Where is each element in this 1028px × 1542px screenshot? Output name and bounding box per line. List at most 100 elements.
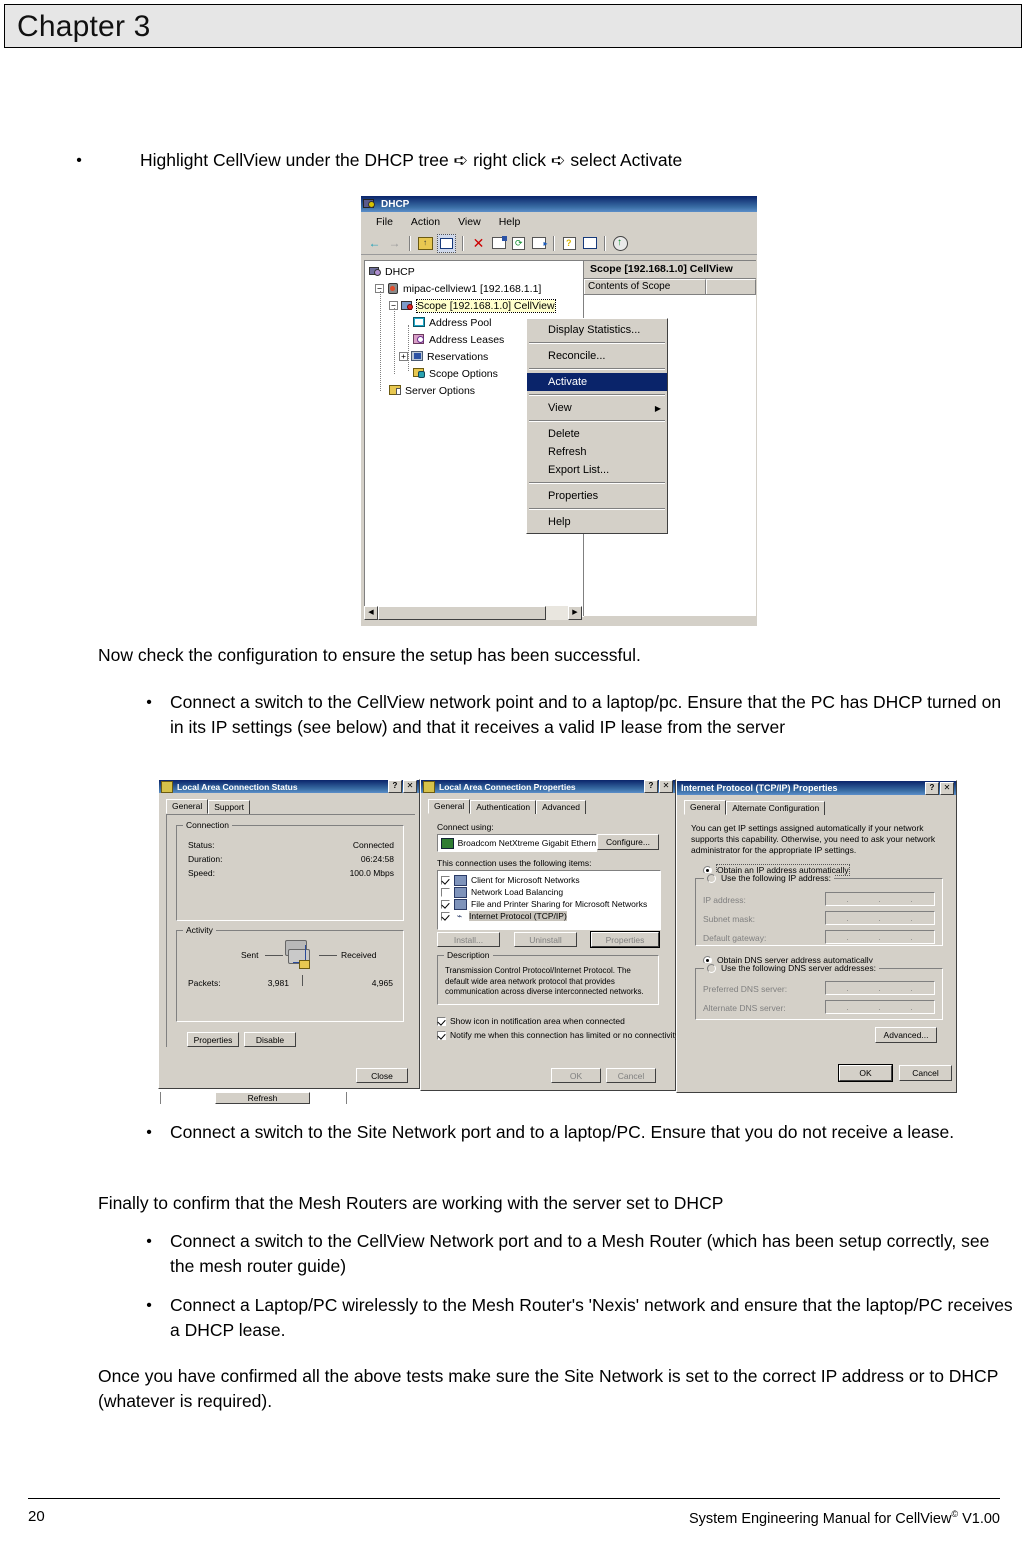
- checkbox-internet-protocol-tcpip[interactable]: [441, 911, 450, 921]
- advanced-button[interactable]: Advanced...: [875, 1027, 937, 1043]
- tree-node-scope-options[interactable]: Scope Options: [413, 367, 498, 380]
- scrollbar-track[interactable]: [378, 606, 568, 620]
- tab-general[interactable]: General: [428, 799, 471, 814]
- show-icon-notification-row[interactable]: Show icon in notification area when conn…: [437, 1016, 625, 1026]
- context-menu-item-activate[interactable]: Activate: [527, 373, 667, 391]
- dhcp-toolbar[interactable]: ← → ↑ ✕ ⟳ ▸ ? ↑: [361, 232, 757, 255]
- close-icon[interactable]: ✕: [659, 780, 673, 793]
- context-menu-item-display-statistics[interactable]: Display Statistics...: [527, 321, 667, 339]
- disable-button[interactable]: Disable: [244, 1032, 296, 1047]
- use-following-ip-row[interactable]: Use the following IP address:: [704, 873, 834, 883]
- tree-node-address-leases[interactable]: Address Leases: [413, 333, 504, 346]
- tree-node-dhcp[interactable]: DHCP: [369, 265, 415, 278]
- cancel-button[interactable]: Cancel: [606, 1068, 656, 1083]
- delete-icon[interactable]: ✕: [470, 235, 487, 252]
- tcpip-tab-strip[interactable]: General Alternate Configuration: [684, 800, 826, 815]
- close-icon[interactable]: ✕: [940, 781, 954, 795]
- close-button[interactable]: Close: [356, 1068, 408, 1083]
- internet-protocol-tcpip-properties-dialog[interactable]: Internet Protocol (TCP/IP) Properties ? …: [676, 780, 957, 1093]
- scope-context-menu[interactable]: Display Statistics... Reconcile... Activat…: [526, 318, 668, 534]
- alternate-dns-field[interactable]: ...: [825, 1000, 935, 1014]
- help-button[interactable]: ?: [644, 780, 658, 793]
- context-menu-item-help[interactable]: Help: [527, 513, 667, 531]
- lan-status-tab-strip[interactable]: General Support: [166, 799, 251, 814]
- use-following-dns-row[interactable]: Use the following DNS server addresses:: [704, 963, 879, 973]
- checkbox-network-load-balancing[interactable]: [441, 887, 450, 897]
- back-arrow-icon[interactable]: ←: [366, 235, 383, 252]
- uninstall-button[interactable]: Uninstall: [514, 932, 577, 947]
- tree-horizontal-scrollbar[interactable]: ◀ ▶: [364, 606, 582, 620]
- checkbox-show-icon-notification[interactable]: [437, 1016, 446, 1026]
- list-item[interactable]: Client for Microsoft Networks: [441, 874, 660, 886]
- menu-help[interactable]: Help: [490, 214, 530, 230]
- dhcp-menu-bar[interactable]: File Action View Help: [361, 212, 757, 232]
- local-area-connection-status-dialog[interactable]: Local Area Connection Status ? ✕ General…: [158, 779, 420, 1089]
- details-icon[interactable]: [581, 235, 598, 252]
- tree-node-server[interactable]: − mipac-cellview1 [192.168.1.1]: [375, 282, 541, 295]
- context-menu-item-view[interactable]: View ▶: [527, 399, 667, 417]
- tab-alternate-configuration[interactable]: Alternate Configuration: [726, 801, 826, 815]
- ok-button[interactable]: OK: [838, 1064, 893, 1082]
- tree-node-scope-cellview[interactable]: − Scope [192.168.1.0] CellView: [389, 298, 556, 313]
- checkbox-notify-limited-connectivity[interactable]: [437, 1030, 446, 1040]
- refresh-icon[interactable]: ⟳: [510, 235, 527, 252]
- help-button[interactable]: ?: [925, 781, 939, 795]
- up-green-arrow-icon[interactable]: ↑: [612, 235, 629, 252]
- tree-node-address-pool[interactable]: Address Pool: [413, 316, 491, 329]
- install-button[interactable]: Install...: [437, 932, 500, 947]
- checkbox-client-microsoft-networks[interactable]: [441, 875, 450, 885]
- ok-button[interactable]: OK: [551, 1068, 601, 1083]
- context-menu-separator: [529, 482, 665, 484]
- tree-expander[interactable]: +: [399, 352, 408, 361]
- ip-address-field[interactable]: ...: [825, 892, 935, 906]
- export-list-icon[interactable]: ▸: [530, 235, 548, 252]
- cancel-button[interactable]: Cancel: [899, 1065, 952, 1081]
- menu-view[interactable]: View: [449, 214, 490, 230]
- dhcp-console-window[interactable]: DHCP File Action View Help ← → ↑ ✕ ⟳ ▸ ?…: [361, 196, 757, 626]
- up-folder-icon[interactable]: ↑: [417, 235, 434, 252]
- checkbox-file-printer-sharing[interactable]: [441, 899, 450, 909]
- properties-button[interactable]: Properties: [187, 1032, 239, 1047]
- tab-support[interactable]: Support: [208, 800, 251, 814]
- tree-node-reservations[interactable]: + Reservations: [399, 350, 488, 363]
- scrollbar-thumb[interactable]: [378, 606, 546, 620]
- tab-general[interactable]: General: [166, 799, 209, 814]
- lan-props-tab-strip[interactable]: General Authentication Advanced: [428, 799, 586, 814]
- show-tree-icon[interactable]: [437, 233, 456, 253]
- close-icon[interactable]: ✕: [403, 780, 417, 793]
- context-menu-item-refresh[interactable]: Refresh: [527, 443, 667, 461]
- context-menu-item-reconcile[interactable]: Reconcile...: [527, 347, 667, 365]
- context-menu-item-delete[interactable]: Delete: [527, 425, 667, 443]
- radio-use-following-ip[interactable]: [707, 873, 716, 883]
- list-item[interactable]: File and Printer Sharing for Microsoft N…: [441, 898, 660, 910]
- list-item[interactable]: ⌁ Internet Protocol (TCP/IP): [441, 910, 660, 922]
- bullet-item-connect-mesh-router: • Connect a switch to the CellView Netwo…: [98, 1229, 998, 1279]
- column-header-empty[interactable]: [706, 279, 756, 294]
- local-area-connection-properties-dialog[interactable]: Local Area Connection Properties ? ✕ Gen…: [420, 779, 679, 1091]
- menu-action[interactable]: Action: [402, 214, 449, 230]
- preferred-dns-field[interactable]: ...: [825, 981, 935, 995]
- notify-limited-connectivity-row[interactable]: Notify me when this connection has limit…: [437, 1030, 679, 1040]
- configure-button[interactable]: Configure...: [597, 834, 659, 850]
- properties-icon[interactable]: [490, 235, 507, 252]
- components-list[interactable]: Client for Microsoft Networks Network Lo…: [437, 870, 661, 930]
- help-icon[interactable]: ?: [561, 235, 578, 252]
- list-item[interactable]: Network Load Balancing: [441, 886, 660, 898]
- subnet-mask-field[interactable]: ...: [825, 911, 935, 925]
- tree-node-server-options[interactable]: Server Options: [389, 384, 475, 397]
- context-menu-item-export-list[interactable]: Export List...: [527, 461, 667, 479]
- tab-authentication[interactable]: Authentication: [470, 800, 537, 814]
- protocol-properties-button[interactable]: Properties: [590, 931, 660, 948]
- default-gateway-field[interactable]: ...: [825, 930, 935, 944]
- scroll-right-arrow-icon[interactable]: ▶: [568, 606, 582, 620]
- radio-use-following-dns[interactable]: [707, 963, 716, 973]
- forward-arrow-icon[interactable]: →: [386, 235, 403, 252]
- context-menu-item-properties[interactable]: Properties: [527, 487, 667, 505]
- tab-general[interactable]: General: [684, 800, 727, 815]
- contents-column-headers[interactable]: Contents of Scope: [584, 279, 756, 295]
- tab-advanced[interactable]: Advanced: [536, 800, 586, 814]
- scroll-left-arrow-icon[interactable]: ◀: [364, 606, 378, 620]
- help-button[interactable]: ?: [388, 780, 402, 793]
- menu-file[interactable]: File: [367, 214, 402, 230]
- column-header-contents-of-scope[interactable]: Contents of Scope: [584, 279, 706, 294]
